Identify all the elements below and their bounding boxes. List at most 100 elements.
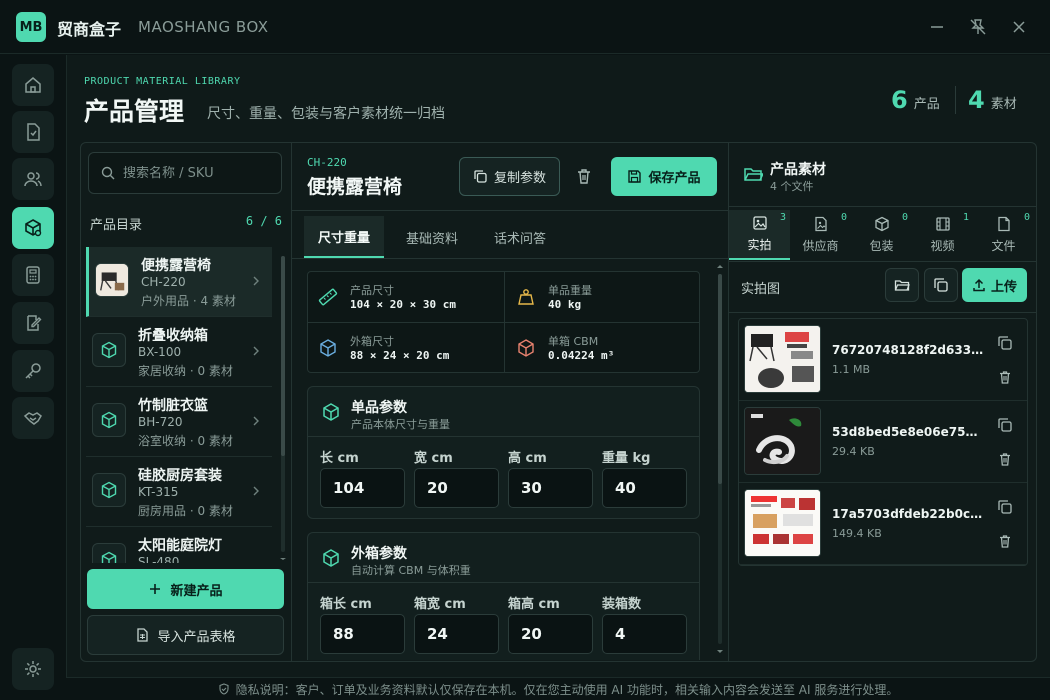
nav-home[interactable]: [12, 64, 54, 106]
tab-video[interactable]: 1 视频: [912, 210, 973, 260]
tab-packaging[interactable]: 0 包装: [851, 210, 912, 260]
product-item[interactable]: 硅胶厨房套装 KT-315 厨房用品 · 0 素材: [86, 457, 272, 527]
section-subtitle: 产品本体尺寸与重量: [351, 418, 450, 431]
title-bar: MB 贸商盒子 MAOSHANG BOX: [0, 0, 1050, 54]
carton-params-section: 外箱参数 自动计算 CBM 与体积重 箱长 cm 箱宽 cm 箱高 cm 装箱数: [307, 532, 700, 660]
close-icon[interactable]: [1010, 18, 1028, 36]
weight-input[interactable]: [602, 468, 687, 508]
spec-label: 单箱 CBM: [548, 335, 599, 348]
product-name: 便携露营椅: [141, 258, 211, 274]
trash-icon[interactable]: [997, 533, 1013, 549]
upload-button[interactable]: 上传: [962, 268, 1027, 302]
divider: [729, 206, 1037, 207]
file-item[interactable]: 53d8bed5e8e06e75e... 29.4 KB: [739, 401, 1027, 483]
spec-value: 104 × 20 × 30 cm: [350, 298, 456, 311]
minimize-icon[interactable]: [928, 18, 946, 36]
nav-sidebar: [12, 64, 56, 444]
product-thumbnail: [92, 543, 126, 563]
detail-sku: CH-220: [307, 156, 347, 169]
product-thumbnail: [92, 333, 126, 367]
spec-value: 40 kg: [548, 298, 582, 311]
settings-button[interactable]: [12, 648, 54, 690]
film-icon: [935, 217, 950, 231]
import-table-label: 导入产品表格: [157, 629, 236, 645]
height-input[interactable]: [508, 468, 593, 508]
nav-documents[interactable]: [12, 111, 54, 153]
copy-icon[interactable]: [997, 335, 1013, 351]
product-thumbnail: [92, 473, 126, 507]
new-product-button[interactable]: 新建产品: [87, 569, 284, 609]
product-item[interactable]: 便携露营椅 CH-220 户外用品 · 4 素材: [86, 247, 272, 317]
unit-params-section: 单品参数 产品本体尺寸与重量 长 cm 宽 cm 高 cm 重量 kg: [307, 386, 700, 519]
field-label: 长 cm: [320, 451, 359, 466]
upload-label: 上传: [990, 279, 1017, 295]
product-sku: CH-220: [141, 275, 186, 289]
product-name: 硅胶厨房套装: [138, 468, 222, 484]
file-thumbnail[interactable]: [744, 325, 821, 393]
field-label: 宽 cm: [414, 451, 453, 466]
nav-notes[interactable]: [12, 302, 54, 344]
nav-deals[interactable]: [12, 397, 54, 439]
trash-icon[interactable]: [997, 369, 1013, 385]
file-thumbnail[interactable]: [744, 489, 821, 557]
open-folder-button[interactable]: [885, 268, 919, 302]
tab-basic-info[interactable]: 基础资料: [392, 216, 472, 258]
file-item[interactable]: 76720748128f2d633... 1.1 MB: [739, 319, 1027, 401]
file-thumbnail[interactable]: [744, 407, 821, 475]
product-item[interactable]: 折叠收纳箱 BX-100 家居收纳 · 0 素材: [86, 317, 272, 387]
catalog-count: 6 / 6: [245, 214, 282, 228]
tab-size-weight[interactable]: 尺寸重量: [304, 216, 385, 258]
app-logo: MB: [16, 12, 46, 42]
file-image-icon: [814, 216, 827, 232]
trash-icon[interactable]: [997, 451, 1013, 467]
chevron-right-icon: [253, 416, 259, 426]
carton-height-input[interactable]: [508, 614, 593, 654]
copy-materials-button[interactable]: [924, 268, 958, 302]
file-size: 149.4 KB: [832, 527, 882, 540]
copy-icon[interactable]: [997, 499, 1013, 515]
search-input[interactable]: [123, 165, 273, 181]
spec-carton-size: 外箱尺寸 88 × 24 × 20 cm: [308, 323, 504, 373]
product-item[interactable]: 竹制脏衣篮 BH-720 浴室收纳 · 0 素材: [86, 387, 272, 457]
copy-icon[interactable]: [997, 417, 1013, 433]
tab-supplier[interactable]: 0 供应商: [790, 210, 851, 260]
product-name: 太阳能庭院灯: [138, 538, 222, 554]
spec-unit-weight: 单品重量 40 kg: [506, 272, 702, 322]
privacy-footer: 隐私说明：客户、订单及业务资料默认仅保存在本机。仅在您主动使用 AI 功能时，相…: [66, 677, 1050, 700]
save-product-button[interactable]: 保存产品: [611, 157, 717, 196]
section-label: 实拍图: [741, 282, 781, 297]
product-meta: 浴室收纳 · 0 素材: [138, 434, 233, 448]
carton-width-input[interactable]: [414, 614, 499, 654]
nav-keys[interactable]: [12, 350, 54, 392]
nav-products[interactable]: [12, 207, 54, 249]
volume-cube-icon: [518, 339, 534, 357]
section-title: 外箱参数: [351, 546, 407, 562]
spec-label: 外箱尺寸: [350, 335, 394, 348]
copy-icon: [474, 170, 487, 183]
product-sku: SL-480: [138, 555, 180, 563]
nav-calculator[interactable]: [12, 254, 54, 296]
import-table-button[interactable]: 导入产品表格: [87, 615, 284, 655]
copy-params-button[interactable]: 复制参数: [459, 157, 560, 196]
tab-files[interactable]: 0 文件: [973, 210, 1034, 260]
spec-product-size: 产品尺寸 104 × 20 × 30 cm: [308, 272, 504, 322]
tab-label: 视频: [930, 239, 955, 253]
catalog-scrollbar[interactable]: [280, 250, 286, 560]
trash-icon[interactable]: [574, 166, 594, 186]
tab-scripts-qa[interactable]: 话术问答: [480, 216, 560, 258]
file-item[interactable]: 17a5703dfdeb22b0c7... 149.4 KB: [739, 483, 1027, 565]
units-per-carton-input[interactable]: [602, 614, 687, 654]
nav-customers[interactable]: [12, 158, 54, 200]
tab-photos[interactable]: 3 实拍: [729, 210, 790, 260]
width-input[interactable]: [414, 468, 499, 508]
home-icon: [25, 77, 41, 93]
length-input[interactable]: [320, 468, 405, 508]
pin-icon[interactable]: [969, 18, 987, 36]
product-item[interactable]: 太阳能庭院灯 SL-480: [86, 527, 272, 563]
file-name: 17a5703dfdeb22b0c7...: [832, 507, 984, 521]
divider: [292, 258, 728, 259]
carton-length-input[interactable]: [320, 614, 405, 654]
cube-icon: [323, 549, 339, 567]
stat-materials-label: 素材: [990, 97, 1017, 112]
detail-scrollbar[interactable]: [716, 262, 724, 658]
